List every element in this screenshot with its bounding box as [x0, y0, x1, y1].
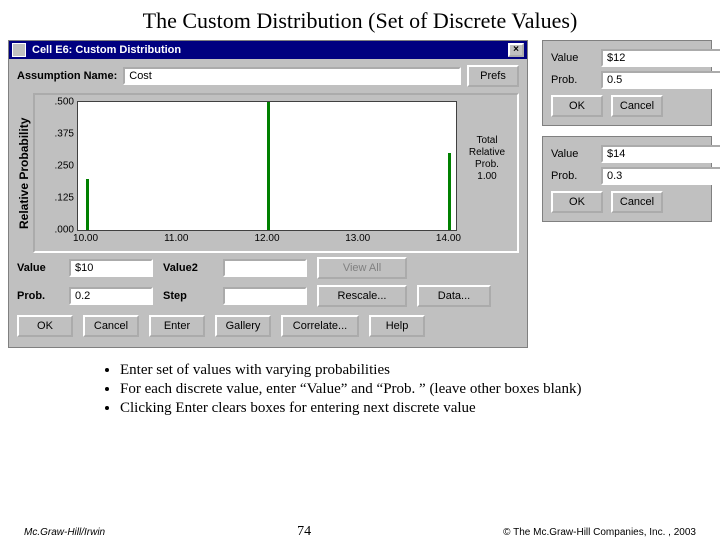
- popup-prob-input[interactable]: [601, 167, 720, 185]
- rescale-button[interactable]: Rescale...: [317, 285, 407, 307]
- titlebar[interactable]: Cell E6: Custom Distribution ×: [9, 41, 527, 59]
- x-tick: 10.00: [73, 233, 98, 244]
- prob-label: Prob.: [17, 290, 59, 302]
- assumption-name-input[interactable]: [123, 67, 461, 85]
- y-tick: .375: [44, 129, 74, 140]
- page-title: The Custom Distribution (Set of Discrete…: [0, 8, 720, 34]
- help-button[interactable]: Help: [369, 315, 425, 337]
- footer: Mc.Graw-Hill/Irwin 74 © The Mc.Graw-Hill…: [0, 524, 720, 540]
- x-tick: 12.00: [254, 233, 279, 244]
- value-prob-popup: Value Prob. OK Cancel: [542, 136, 712, 222]
- list-item: Enter set of values with varying probabi…: [120, 362, 690, 379]
- popup-ok-button[interactable]: OK: [551, 95, 603, 117]
- chart-bar: [267, 102, 270, 230]
- enter-button[interactable]: Enter: [149, 315, 205, 337]
- y-tick: .125: [44, 193, 74, 204]
- chart-bar: [448, 153, 451, 230]
- x-tick: 14.00: [436, 233, 461, 244]
- popup-prob-label: Prob.: [551, 170, 595, 182]
- popup-cancel-button[interactable]: Cancel: [611, 191, 663, 213]
- popup-ok-button[interactable]: OK: [551, 191, 603, 213]
- system-icon: [12, 43, 26, 57]
- step-input[interactable]: [223, 287, 307, 305]
- popup-prob-label: Prob.: [551, 74, 595, 86]
- gallery-button[interactable]: Gallery: [215, 315, 271, 337]
- chart-panel: .500 .375 .250 .125 .000 10.00 11.00: [33, 93, 519, 253]
- y-axis-label: Relative Probability: [17, 93, 31, 253]
- chart-plot: .500 .375 .250 .125 .000 10.00 11.00: [77, 101, 457, 231]
- value-label: Value: [17, 262, 59, 274]
- cancel-button[interactable]: Cancel: [83, 315, 139, 337]
- prob-input[interactable]: [69, 287, 153, 305]
- popup-value-input[interactable]: [601, 145, 720, 163]
- popup-prob-input[interactable]: [601, 71, 720, 89]
- footer-right: © The Mc.Graw-Hill Companies, Inc. , 200…: [503, 527, 696, 538]
- x-tick: 11.00: [164, 233, 188, 244]
- popup-value-label: Value: [551, 148, 595, 160]
- popup-value-label: Value: [551, 52, 595, 64]
- prefs-button[interactable]: Prefs: [467, 65, 519, 87]
- y-tick: .500: [44, 97, 74, 108]
- bullet-list: Enter set of values with varying probabi…: [80, 362, 690, 417]
- value-input[interactable]: [69, 259, 153, 277]
- x-tick: 13.00: [345, 233, 370, 244]
- custom-distribution-dialog: Cell E6: Custom Distribution × Assumptio…: [8, 40, 528, 348]
- value-prob-popup: Value Prob. OK Cancel: [542, 40, 712, 126]
- total-relative-prob-note: Total Relative Prob. 1.00: [463, 135, 511, 183]
- list-item: For each discrete value, enter “Value” a…: [120, 381, 690, 398]
- footer-page: 74: [297, 524, 311, 540]
- footer-left: Mc.Graw-Hill/Irwin: [24, 527, 105, 538]
- window-title: Cell E6: Custom Distribution: [30, 44, 508, 56]
- view-all-button[interactable]: View All: [317, 257, 407, 279]
- value2-input[interactable]: [223, 259, 307, 277]
- list-item: Clicking Enter clears boxes for entering…: [120, 400, 690, 417]
- y-tick: .250: [44, 161, 74, 172]
- popup-cancel-button[interactable]: Cancel: [611, 95, 663, 117]
- data-button[interactable]: Data...: [417, 285, 491, 307]
- value2-label: Value2: [163, 262, 213, 274]
- correlate-button[interactable]: Correlate...: [281, 315, 359, 337]
- step-label: Step: [163, 290, 213, 302]
- close-icon[interactable]: ×: [508, 43, 524, 57]
- popup-value-input[interactable]: [601, 49, 720, 67]
- chart-bar: [86, 179, 89, 230]
- assumption-name-label: Assumption Name:: [17, 70, 117, 82]
- ok-button[interactable]: OK: [17, 315, 73, 337]
- y-tick: .000: [44, 225, 74, 236]
